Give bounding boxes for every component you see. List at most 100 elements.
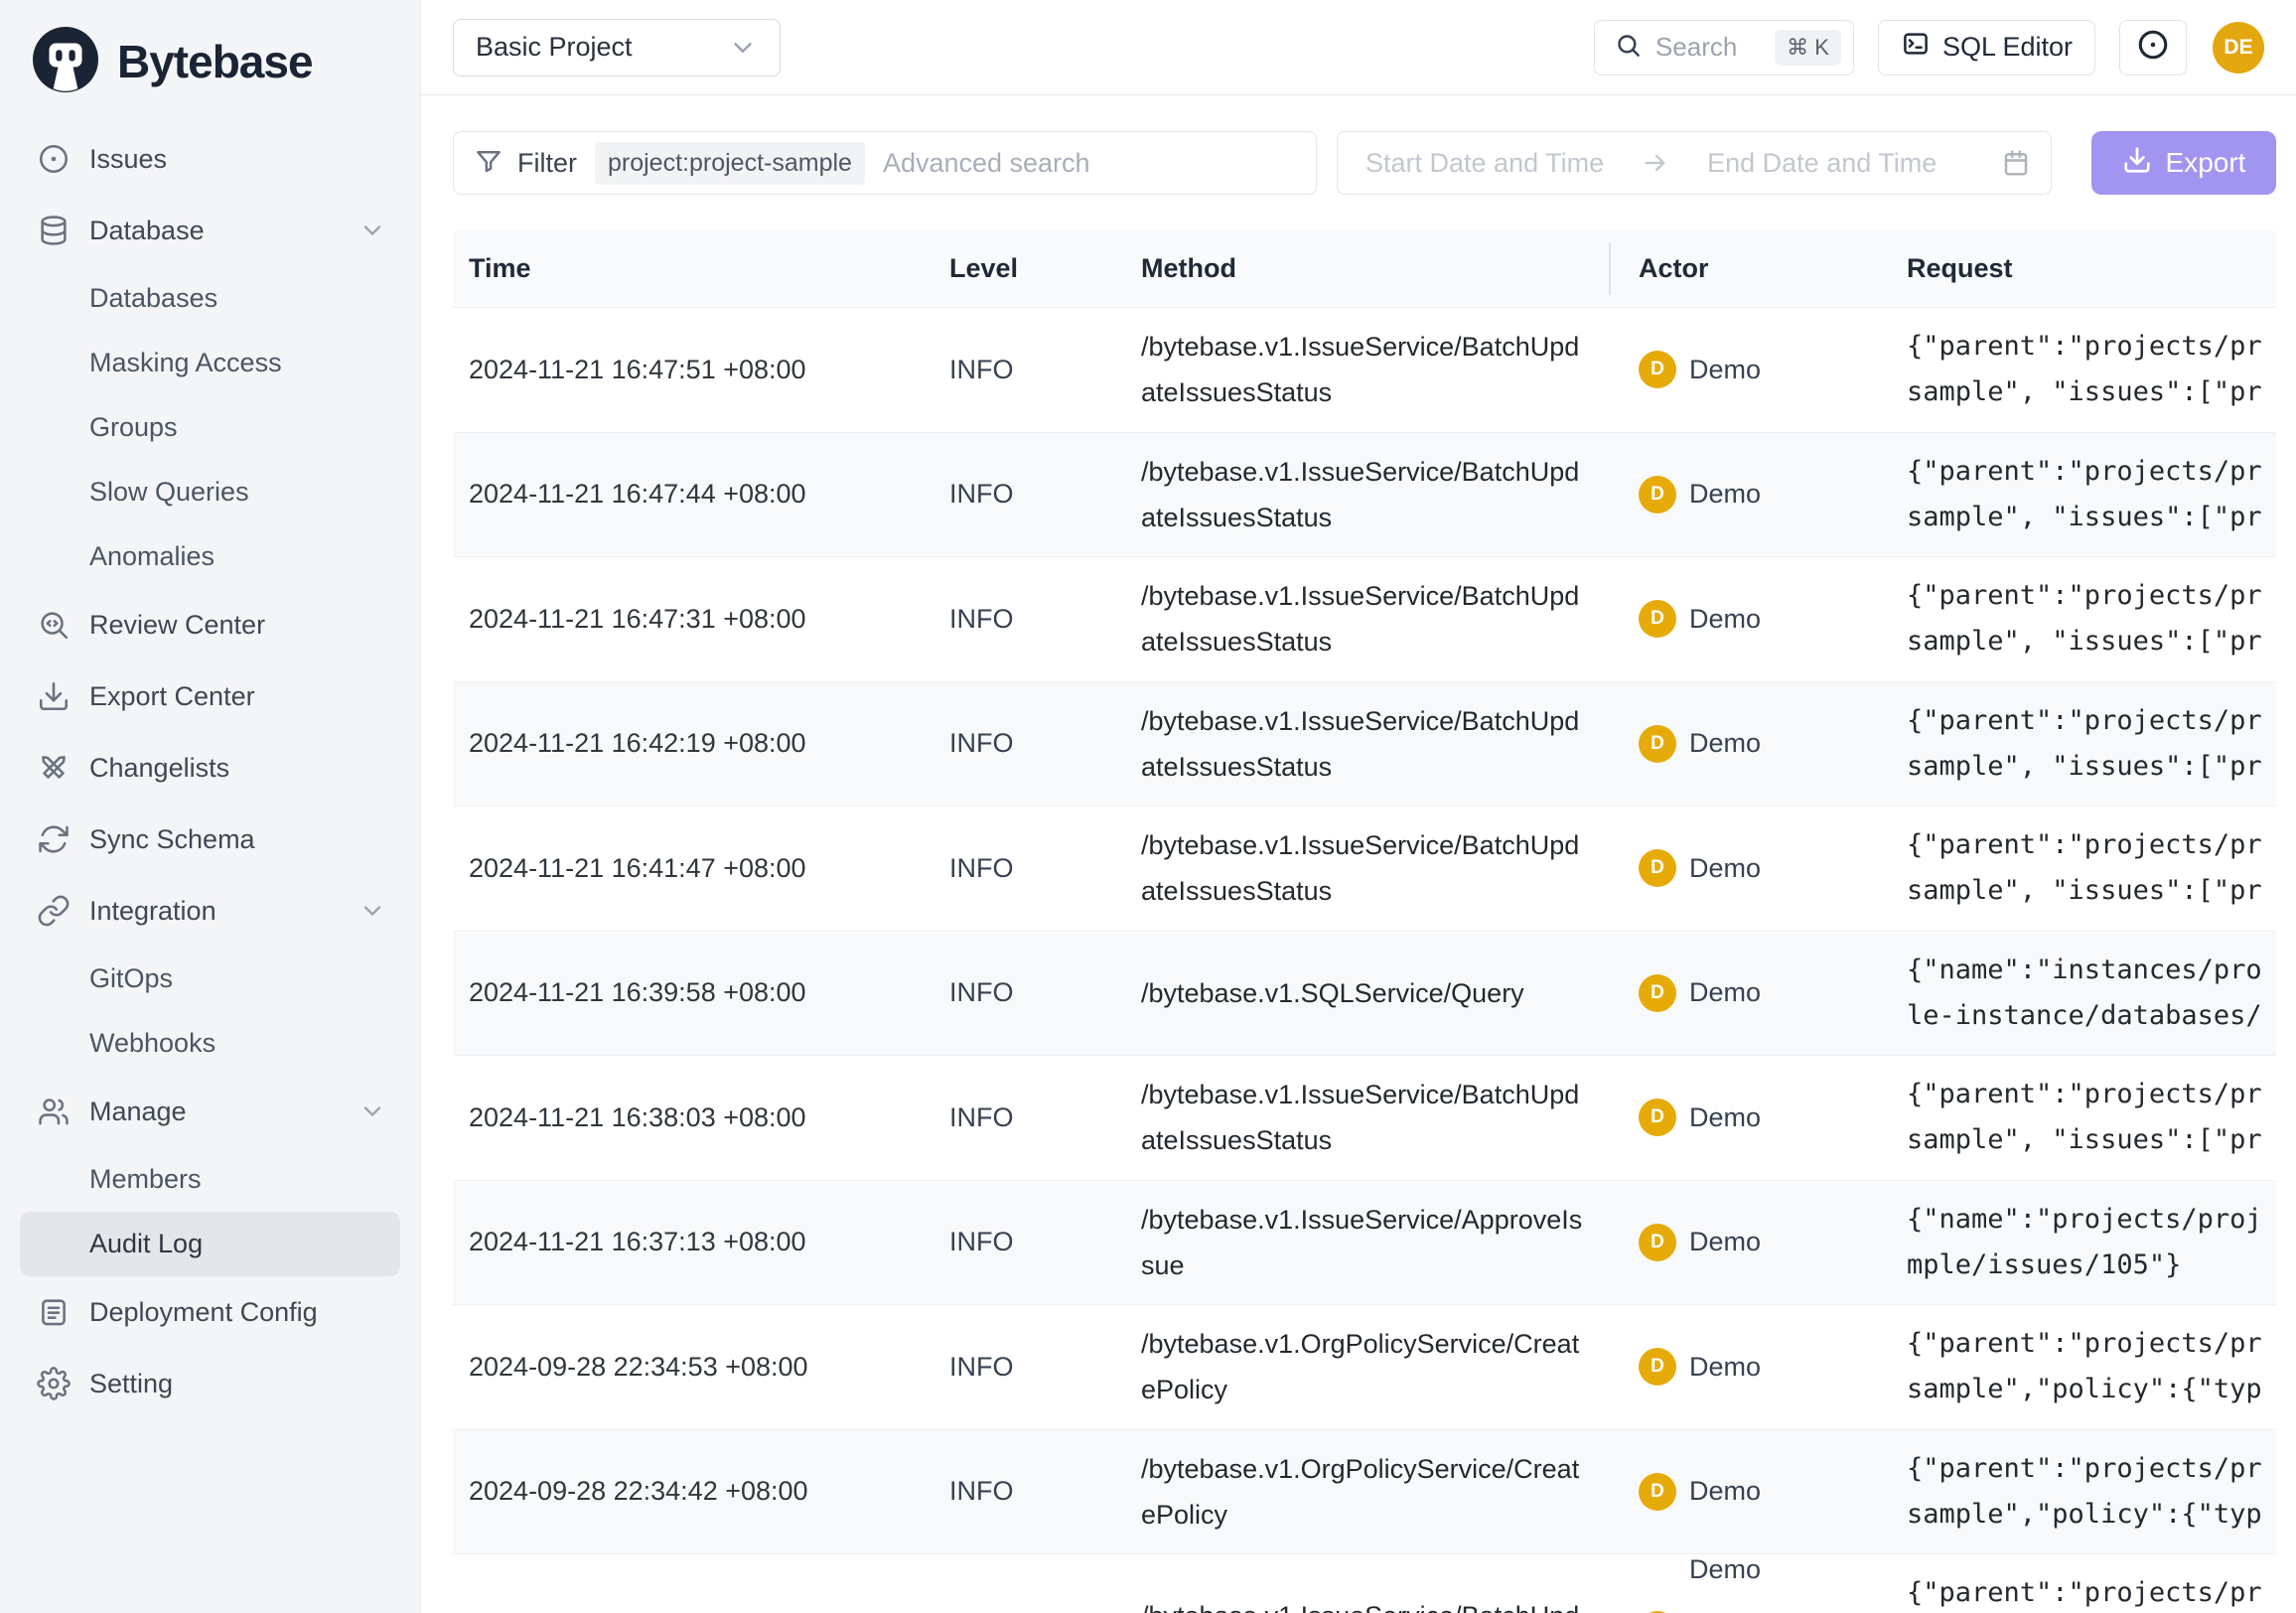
sidebar-item-review-center[interactable]: Review Center <box>20 589 400 660</box>
cell-time: 2024-11-21 16:47:51 +08:00 <box>453 308 933 432</box>
actor-avatar: D <box>1639 476 1676 513</box>
cell-time: 2024-11-21 16:47:31 +08:00 <box>453 557 933 681</box>
table-row[interactable]: 2024-11-21 16:41:47 +08:00 INFO /bytebas… <box>453 806 2276 931</box>
terminal-icon <box>1901 29 1931 66</box>
cell-request: {"parent":"projects/prsample", "issues":… <box>1891 682 2276 806</box>
table-header-row: Time Level Method Actor Request <box>453 230 2276 308</box>
table-row[interactable]: 2024-11-21 16:47:51 +08:00 INFO /bytebas… <box>453 308 2276 432</box>
cell-time <box>453 1554 933 1613</box>
bytebase-logo[interactable]: Bytebase <box>0 0 420 123</box>
cell-time: 2024-09-28 22:34:53 +08:00 <box>453 1305 933 1429</box>
logo-wordmark: Bytebase <box>117 35 313 88</box>
cell-actor: D Demo <box>1611 806 1891 931</box>
table-row[interactable]: 2024-11-21 16:47:31 +08:00 INFO /bytebas… <box>453 556 2276 681</box>
actor-avatar: D <box>1639 351 1676 388</box>
sidebar-item-groups[interactable]: Groups <box>20 395 400 460</box>
audit-log-table: Time Level Method Actor Request 2024-11-… <box>453 230 2276 1613</box>
date-range-picker[interactable]: Start Date and Time End Date and Time <box>1337 131 2052 195</box>
cell-method: /bytebase.v1.IssueService/BatchUpdateIss… <box>1125 682 1611 806</box>
table-row[interactable]: 2024-11-21 16:42:19 +08:00 INFO /bytebas… <box>453 681 2276 806</box>
table-row[interactable]: 2024-09-28 22:34:53 +08:00 INFO /bytebas… <box>453 1304 2276 1429</box>
actor-avatar: D <box>1639 600 1676 638</box>
export-center-icon <box>36 678 72 714</box>
column-header-time: Time <box>453 230 933 307</box>
user-avatar[interactable]: DE <box>2213 22 2264 73</box>
cell-method: /bytebase.v1.IssueService/BatchUpdateIss… <box>1125 1056 1611 1180</box>
project-selector-value: Basic Project <box>476 32 633 63</box>
table-row[interactable]: 2024-11-21 16:47:44 +08:00 INFO /bytebas… <box>453 432 2276 557</box>
sidebar-item-audit-log[interactable]: Audit Log <box>20 1212 400 1276</box>
sidebar-item-database[interactable]: Database <box>20 195 400 266</box>
filter-scope-chip[interactable]: project:project-sample <box>595 142 865 185</box>
circle-dot-icon <box>2136 28 2170 67</box>
actor-name: Demo <box>1689 1352 1761 1383</box>
cell-request: {"parent":"projects/prsample","policy":{… <box>1891 1305 2276 1429</box>
sidebar-item-changelists[interactable]: Changelists <box>20 732 400 804</box>
table-row[interactable]: 2024-09-28 22:34:42 +08:00 INFO /bytebas… <box>453 1429 2276 1554</box>
sidebar-item-manage[interactable]: Manage <box>20 1076 400 1147</box>
table-row[interactable]: 2024-11-21 16:37:13 +08:00 INFO /bytebas… <box>453 1180 2276 1305</box>
advanced-search-input[interactable] <box>881 147 1296 180</box>
sidebar-item-slow-queries[interactable]: Slow Queries <box>20 460 400 524</box>
actor-avatar: D <box>1639 725 1676 763</box>
main-area: Basic Project ⌘ K SQL Editor <box>421 0 2296 1613</box>
sidebar-item-sync-schema[interactable]: Sync Schema <box>20 804 400 875</box>
sync-schema-icon <box>36 821 72 857</box>
sidebar-item-webhooks[interactable]: Webhooks <box>20 1011 400 1076</box>
cell-method: /bytebase.v1.IssueService/BatchUpdateIss… <box>1125 433 1611 557</box>
sidebar-item-label: Export Center <box>89 681 255 712</box>
search-input[interactable] <box>1653 31 1767 64</box>
cell-level <box>933 1554 1125 1613</box>
sidebar-item-anomalies[interactable]: Anomalies <box>20 524 400 589</box>
cell-level: INFO <box>933 1430 1125 1554</box>
database-icon <box>36 213 72 248</box>
search-shortcut-badge: ⌘ K <box>1775 30 1841 66</box>
export-button[interactable]: Export <box>2091 131 2276 195</box>
my-issues-button[interactable] <box>2119 20 2187 75</box>
sidebar-item-label: Changelists <box>89 753 229 784</box>
cell-request: {"parent":"projects/prsample", "issues":… <box>1891 308 2276 432</box>
sidebar-item-masking-access[interactable]: Masking Access <box>20 331 400 395</box>
sidebar-item-label: Masking Access <box>89 348 282 378</box>
global-search[interactable]: ⌘ K <box>1594 20 1854 75</box>
sidebar-item-export-center[interactable]: Export Center <box>20 660 400 732</box>
cell-level: INFO <box>933 308 1125 432</box>
cell-time: 2024-11-21 16:38:03 +08:00 <box>453 1056 933 1180</box>
column-header-method: Method <box>1125 230 1611 307</box>
start-date-placeholder: Start Date and Time <box>1365 148 1604 179</box>
sidebar-item-databases[interactable]: Databases <box>20 266 400 331</box>
calendar-icon <box>2001 148 2031 178</box>
table-row[interactable]: 2024-11-21 16:39:58 +08:00 INFO /bytebas… <box>453 931 2276 1056</box>
sidebar-item-label: Manage <box>89 1097 187 1127</box>
cell-actor: D Demo <box>1611 1430 1891 1554</box>
sidebar-item-label: Members <box>89 1164 202 1195</box>
sidebar-item-label: Issues <box>89 144 167 175</box>
review-center-icon <box>36 607 72 643</box>
cell-time: 2024-11-21 16:42:19 +08:00 <box>453 682 933 806</box>
sql-editor-button[interactable]: SQL Editor <box>1878 20 2095 75</box>
cell-level: INFO <box>933 1181 1125 1305</box>
cell-level: INFO <box>933 932 1125 1056</box>
actor-avatar: D <box>1639 1099 1676 1136</box>
cell-level: INFO <box>933 1305 1125 1429</box>
actor-name: Demo <box>1689 1227 1761 1257</box>
table-row[interactable]: 2024-11-21 16:38:03 +08:00 INFO /bytebas… <box>453 1055 2276 1180</box>
sidebar-item-gitops[interactable]: GitOps <box>20 947 400 1011</box>
sidebar-item-setting[interactable]: Setting <box>20 1348 400 1419</box>
actor-name: Demo <box>1689 1554 1761 1585</box>
cell-request: {"name":"instances/prole-instance/databa… <box>1891 932 2276 1056</box>
sidebar-item-deployment-config[interactable]: Deployment Config <box>20 1276 400 1348</box>
cell-method: /bytebase.v1.IssueService/BatchUpdateIss… <box>1125 557 1611 681</box>
filter-input[interactable]: Filter project:project-sample <box>453 131 1317 195</box>
sidebar-item-issues[interactable]: Issues <box>20 123 400 195</box>
end-date-placeholder: End Date and Time <box>1707 148 1937 179</box>
cell-request: {"parent":"projects/prsample", "issues":… <box>1891 806 2276 931</box>
sidebar-item-members[interactable]: Members <box>20 1147 400 1212</box>
topbar: Basic Project ⌘ K SQL Editor <box>421 0 2296 95</box>
export-label: Export <box>2166 147 2246 179</box>
sidebar: Bytebase Issues DatabaseDatabases Masking … <box>0 0 421 1613</box>
project-selector[interactable]: Basic Project <box>453 19 781 76</box>
table-row[interactable]: /bytebase.v1.IssueService/BatchUpd D Dem… <box>453 1553 2276 1613</box>
sidebar-item-integration[interactable]: Integration <box>20 875 400 947</box>
sidebar-item-label: Setting <box>89 1369 173 1399</box>
